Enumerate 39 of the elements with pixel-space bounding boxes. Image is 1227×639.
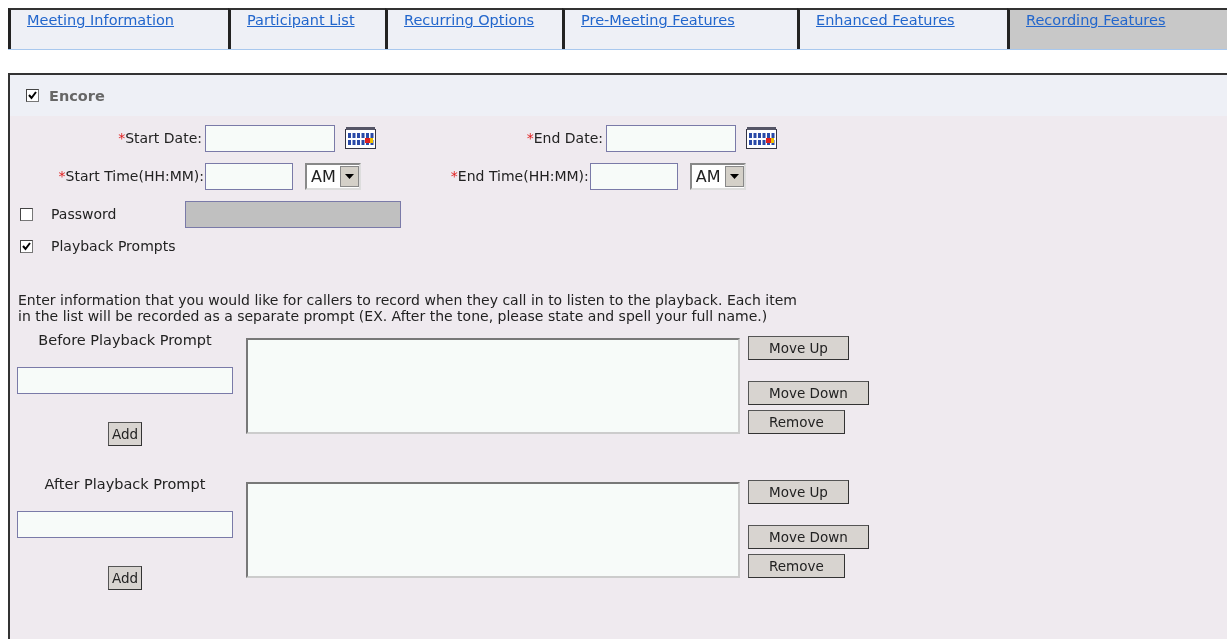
input-field[interactable] bbox=[17, 367, 233, 394]
tab[interactable]: Pre-Meeting Features bbox=[562, 8, 797, 49]
tab[interactable]: Participant List bbox=[228, 8, 385, 49]
caret-icon bbox=[339, 165, 359, 187]
time-field[interactable] bbox=[589, 162, 678, 190]
checkbox[interactable] bbox=[20, 239, 33, 253]
field-label: After Playback Prompt bbox=[44, 476, 206, 492]
input-field[interactable] bbox=[17, 511, 233, 538]
period-dropdown[interactable]: AM bbox=[305, 162, 361, 190]
list-button[interactable]: Remove bbox=[748, 554, 845, 578]
tab[interactable]: Enhanced Features bbox=[797, 8, 1007, 49]
field-label: *Start Time(HH:MM): bbox=[57, 168, 204, 184]
date-field[interactable] bbox=[606, 124, 736, 152]
add-button[interactable]: Add bbox=[107, 422, 143, 446]
add-button[interactable]: Add bbox=[107, 566, 143, 590]
list-button[interactable]: Move Down bbox=[748, 381, 869, 405]
calendar-icon[interactable] bbox=[746, 127, 777, 149]
section-title: Encore bbox=[49, 87, 105, 104]
period-dropdown[interactable]: AM bbox=[689, 162, 746, 190]
list-button[interactable]: Move Up bbox=[748, 336, 849, 360]
checkbox-label: Playback Prompts bbox=[51, 238, 176, 254]
prompt-list[interactable] bbox=[246, 482, 740, 578]
tab[interactable]: Recurring Options bbox=[385, 8, 562, 49]
list-button[interactable]: Move Up bbox=[748, 480, 849, 504]
field-label: *End Date: bbox=[525, 130, 603, 146]
calendar-icon[interactable] bbox=[345, 127, 376, 149]
field-label: *Start Date: bbox=[117, 130, 202, 146]
instructions-text: Enter information that you would like for callers to record when they call in to listen to the playback. Each item in the list will be recorded as a separate prompt (EX. After the tone, please state and spell your full name.) bbox=[18, 292, 798, 324]
date-field[interactable] bbox=[205, 124, 335, 152]
checkbox-label: Password bbox=[51, 206, 117, 222]
field-label: *End Time(HH:MM): bbox=[449, 168, 589, 184]
caret-icon bbox=[724, 165, 744, 187]
time-field[interactable] bbox=[205, 162, 293, 190]
list-button[interactable]: Move Down bbox=[748, 525, 869, 549]
tab[interactable]: Meeting Information bbox=[8, 8, 228, 49]
checkbox[interactable] bbox=[26, 89, 39, 102]
field-label: Before Playback Prompt bbox=[38, 332, 212, 348]
list-button[interactable]: Remove bbox=[748, 410, 845, 434]
prompt-list[interactable] bbox=[246, 338, 740, 434]
